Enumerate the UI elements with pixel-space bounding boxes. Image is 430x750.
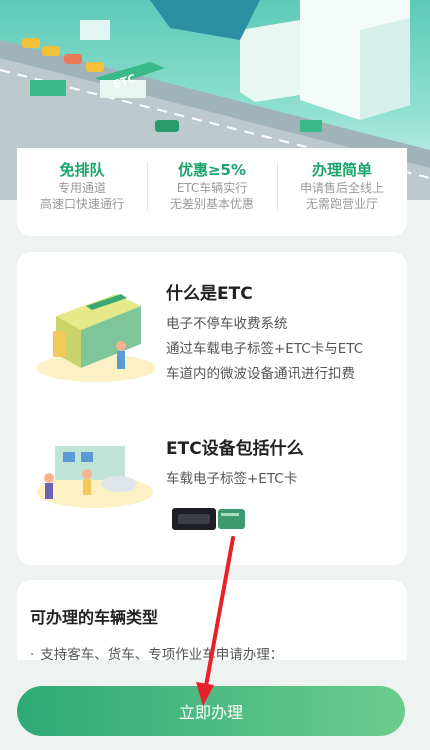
section-title-what-is-etc: 什么是ETC <box>166 284 253 304</box>
vehicle-types-text: 支持客车、货车、专项作业车申请办理： <box>40 647 284 660</box>
etc-info-card: 什么是ETC 电子不停车收费系统 通过车载电子标签+ETC卡与ETC 车道内的微… <box>17 252 407 565</box>
feature-title: 办理简单 <box>311 161 372 179</box>
apply-now-button[interactable]: 立即办理 <box>17 686 405 736</box>
body-line: 车载电子标签+ETC卡 <box>166 471 298 487</box>
etc-equipment-illustration <box>37 446 153 508</box>
feature-title: 优惠≥5% <box>177 161 247 179</box>
feature-line: 高速口快速通行 <box>39 197 124 211</box>
feature-easy-apply: 办理简单 申请售后全线上 无需跑营业厅 <box>277 160 407 212</box>
vehicle-types-item: · 支持客车、货车、专项作业车申请办理： <box>30 643 283 660</box>
bullet: · <box>30 647 35 660</box>
apply-now-label: 立即办理 <box>178 703 243 722</box>
section-title-etc-equipment: ETC设备包括什么 <box>166 439 304 459</box>
feature-no-queue: 免排队 专用通道 高速口快速通行 <box>17 160 147 212</box>
feature-line: ETC车辆实行 <box>176 181 248 195</box>
vehicle-types-card: 可办理的车辆类型 · 支持客车、货车、专项作业车申请办理： <box>17 580 407 660</box>
feature-line: 无差别基本优惠 <box>169 197 254 211</box>
body-line: 车道内的微波设备通讯进行扣费 <box>166 366 355 382</box>
what-is-etc-body: 电子不停车收费系统 通过车载电子标签+ETC卡与ETC 车道内的微波设备通讯进行… <box>166 312 363 387</box>
feature-line: 申请售后全线上 <box>299 181 384 195</box>
feature-summary-card: 免排队 专用通道 高速口快速通行 优惠≥5% ETC车辆实行 无差别基本优惠 办… <box>17 148 407 236</box>
feature-line: 无需跑营业厅 <box>305 197 378 211</box>
feature-discount: 优惠≥5% ETC车辆实行 无差别基本优惠 <box>147 160 277 212</box>
etc-equipment-body: 车载电子标签+ETC卡 <box>166 467 297 492</box>
feature-title: 免排队 <box>59 161 105 179</box>
body-line: 通过车载电子标签+ETC卡与ETC <box>166 341 364 357</box>
body-line: 电子不停车收费系统 <box>166 316 288 332</box>
etc-card-illustration <box>36 294 156 382</box>
vehicle-types-title: 可办理的车辆类型 <box>30 608 159 627</box>
obu-device-and-card-icon <box>172 508 245 530</box>
feature-line: 专用通道 <box>57 181 106 195</box>
